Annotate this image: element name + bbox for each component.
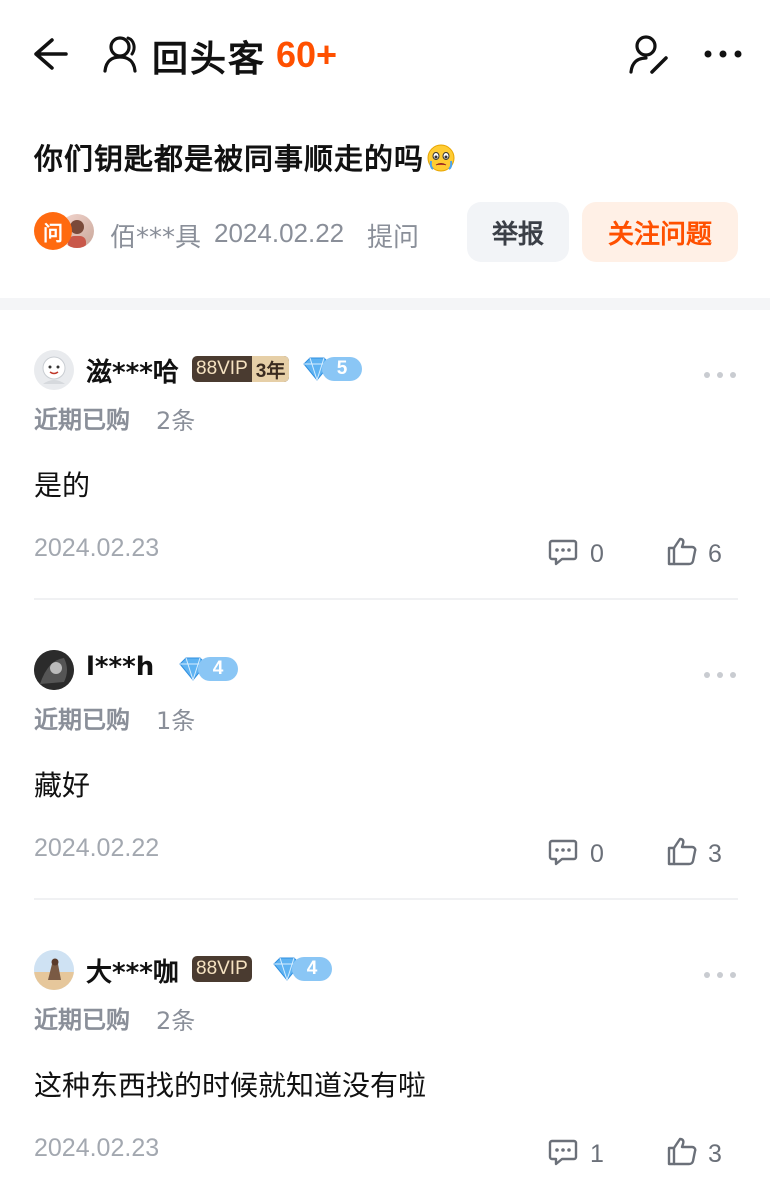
comment-icon[interactable] xyxy=(548,1138,578,1166)
diamond-level: 5 xyxy=(322,357,362,381)
vip-label: 88VIP xyxy=(196,358,248,379)
recent-purchase-label: 近期已购 xyxy=(34,706,130,734)
answer-text: 藏好 xyxy=(34,769,91,802)
vip-badge: 88VIP 3年 xyxy=(192,356,290,382)
recent-purchase-count: 2条 xyxy=(156,1007,196,1035)
question-label: 你们钥匙都是被同事顺走的吗 xyxy=(34,142,425,176)
answer-username[interactable]: 大***咖 xyxy=(86,952,179,989)
diamond-level: 4 xyxy=(292,957,332,981)
question-text: 你们钥匙都是被同事顺走的吗 xyxy=(34,136,456,178)
ask-badge: 问 xyxy=(34,212,72,250)
like-count: 3 xyxy=(708,1140,722,1168)
avatar[interactable] xyxy=(34,650,74,690)
thumbs-up-icon[interactable] xyxy=(666,1136,698,1166)
recent-purchase-label: 近期已购 xyxy=(34,406,130,434)
thumbs-up-icon[interactable] xyxy=(666,536,698,566)
comment-count: 1 xyxy=(590,1140,604,1168)
vip-badge: 88VIP xyxy=(192,956,252,982)
comment-icon[interactable] xyxy=(548,838,578,866)
diamond-level-badge: 4 xyxy=(176,655,238,683)
answer-date: 2024.02.23 xyxy=(34,534,160,562)
diamond-level: 4 xyxy=(198,657,238,681)
report-button[interactable]: 举报 xyxy=(467,202,569,262)
answer-card: 大***咖 88VIP 4 近期已购 2条 这种东西找的时候就知道没有啦 202… xyxy=(0,900,770,1200)
answer-date: 2024.02.22 xyxy=(34,834,160,862)
vip-label: 88VIP xyxy=(196,958,248,979)
answer-text: 这种东西找的时候就知道没有啦 xyxy=(34,1069,427,1102)
recent-purchase-count: 2条 xyxy=(156,407,196,435)
back-arrow-icon[interactable] xyxy=(30,34,70,74)
answer-card: l***h 4 近期已购 1条 藏好 2024.02.22 0 3 xyxy=(0,600,770,900)
answer-more-icon[interactable] xyxy=(702,966,738,978)
answer-text: 是的 xyxy=(34,469,91,502)
page-title: 回头客 xyxy=(152,39,267,80)
question-date: 2024.02.22 xyxy=(214,218,345,248)
comment-count: 0 xyxy=(590,540,604,568)
answer-more-icon[interactable] xyxy=(702,366,738,378)
answer-card: 滋***哈 88VIP 3年 5 近期已购 2条 是的 2024.02.23 0… xyxy=(0,300,770,600)
avatar[interactable] xyxy=(34,350,74,390)
like-count: 3 xyxy=(708,840,722,868)
comment-icon[interactable] xyxy=(548,538,578,566)
like-count: 6 xyxy=(708,540,722,568)
visitor-icon xyxy=(100,34,144,74)
diamond-level-badge: 5 xyxy=(300,355,362,383)
more-icon[interactable] xyxy=(700,40,746,68)
answer-username[interactable]: 滋***哈 xyxy=(86,352,179,389)
flushed-crying-emoji-icon xyxy=(426,143,456,173)
avatar[interactable] xyxy=(34,950,74,990)
diamond-level-badge: 4 xyxy=(270,955,332,983)
comment-count: 0 xyxy=(590,840,604,868)
answer-date: 2024.02.23 xyxy=(34,1134,160,1162)
repeat-customer-count: 60+ xyxy=(276,34,338,75)
vip-years: 3年 xyxy=(251,356,290,382)
follow-question-button[interactable]: 关注问题 xyxy=(582,202,738,262)
question-date-suffix: 提问 xyxy=(367,223,420,253)
thumbs-up-icon[interactable] xyxy=(666,836,698,866)
recent-purchase-label: 近期已购 xyxy=(34,1006,130,1034)
answer-username[interactable]: l***h xyxy=(86,652,154,682)
asker-name: 佰***具 xyxy=(110,223,202,253)
answer-more-icon[interactable] xyxy=(702,666,738,678)
profile-edit-icon[interactable] xyxy=(626,32,670,76)
recent-purchase-count: 1条 xyxy=(156,707,196,735)
